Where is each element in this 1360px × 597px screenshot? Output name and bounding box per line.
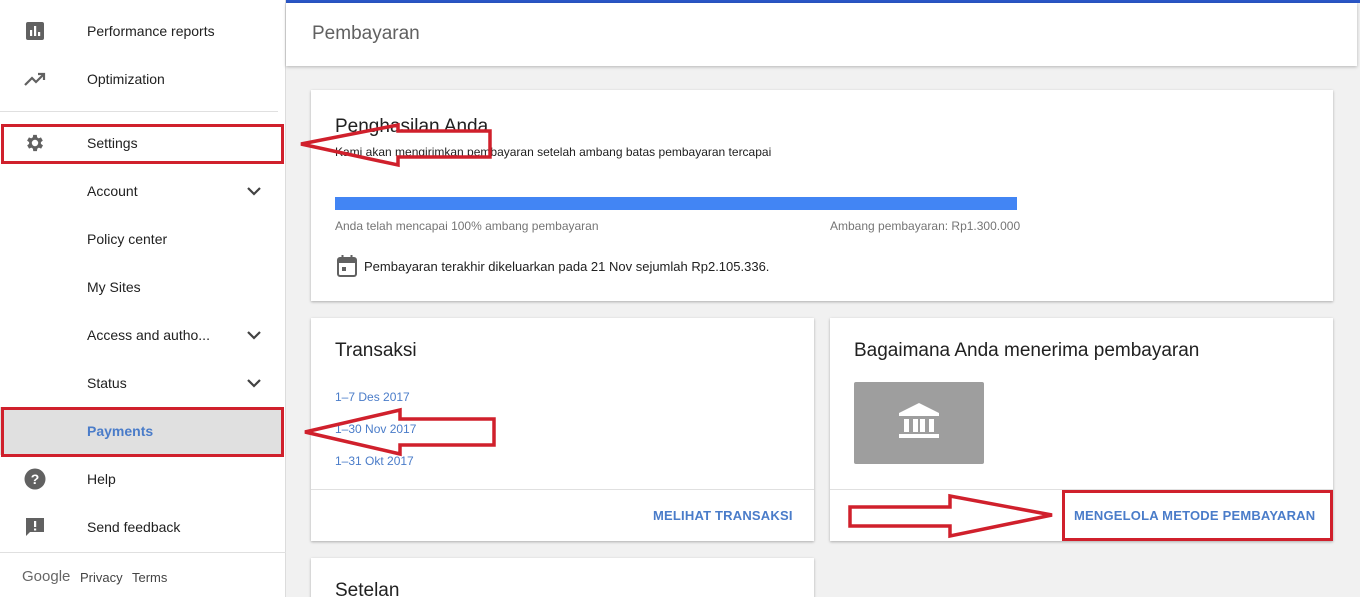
help-icon: ? (24, 468, 46, 490)
sidebar-item-label: Help (87, 471, 116, 487)
page-header: Pembayaran (286, 3, 1357, 66)
sidebar-item-label: Access and autho... (87, 327, 210, 343)
sidebar-item-label: Status (87, 375, 127, 391)
google-logo: Google (22, 568, 71, 585)
earnings-subtitle: Kami akan mengirimkan pembayaran setelah… (335, 145, 772, 159)
sidebar-item-label: Optimization (87, 71, 165, 87)
transactions-title: Transaksi (335, 340, 417, 361)
page-title: Pembayaran (312, 23, 420, 44)
sidebar-item-label: Performance reports (87, 23, 215, 39)
terms-link[interactable]: Terms (132, 570, 167, 585)
chevron-down-icon (244, 373, 264, 393)
earnings-card: Penghasilan Anda Kami akan mengirimkan p… (311, 90, 1333, 301)
bank-icon (897, 401, 941, 446)
bank-account-tile (854, 382, 984, 464)
sidebar-item-label: Send feedback (87, 519, 181, 535)
annotation-box-payments (1, 407, 284, 457)
earnings-title: Penghasilan Anda (335, 116, 489, 137)
sidebar-item-optimization[interactable]: Optimization (0, 55, 283, 103)
sidebar-footer: Google Privacy Terms (0, 552, 286, 597)
sidebar-divider (0, 111, 278, 112)
last-payment-text: Pembayaran terakhir dikeluarkan pada 21 … (364, 259, 770, 274)
feedback-icon (24, 516, 46, 538)
sidebar-item-status[interactable]: Status (0, 359, 283, 407)
sidebar-item-performance-reports[interactable]: Performance reports (0, 7, 283, 55)
transaction-period-link[interactable]: 1–7 Des 2017 (335, 390, 410, 404)
transaction-period-link[interactable]: 1–30 Nov 2017 (335, 422, 416, 436)
settings-card: Setelan (311, 558, 814, 597)
chevron-down-icon (244, 181, 264, 201)
sidebar-item-access-and-authorization[interactable]: Access and autho... (0, 311, 283, 359)
sidebar-item-label: My Sites (87, 279, 141, 295)
trending-up-icon (24, 68, 46, 90)
sidebar: Performance reports Optimization Setting… (0, 0, 286, 597)
progress-status-text: Anda telah mencapai 100% ambang pembayar… (335, 219, 599, 233)
card-divider (311, 489, 814, 490)
sidebar-item-policy-center[interactable]: Policy center (0, 215, 283, 263)
payment-method-title: Bagaimana Anda menerima pembayaran (854, 340, 1200, 361)
annotation-box-manage-payment (1062, 490, 1333, 541)
sidebar-item-send-feedback[interactable]: Send feedback (0, 503, 283, 551)
transaction-period-link[interactable]: 1–31 Okt 2017 (335, 454, 414, 468)
sidebar-item-my-sites[interactable]: My Sites (0, 263, 283, 311)
sidebar-item-label: Policy center (87, 231, 168, 247)
settings-card-title: Setelan (335, 580, 400, 597)
sidebar-item-label: Account (87, 183, 138, 199)
view-transactions-button[interactable]: MELIHAT TRANSAKSI (653, 508, 793, 523)
privacy-link[interactable]: Privacy (80, 570, 123, 585)
payment-threshold-text: Ambang pembayaran: Rp1.300.000 (830, 219, 1021, 233)
sidebar-item-account[interactable]: Account (0, 167, 283, 215)
transactions-card: Transaksi 1–7 Des 2017 1–30 Nov 2017 1–3… (311, 318, 814, 541)
svg-text:?: ? (31, 471, 40, 487)
payment-threshold-progress-bar (335, 197, 1017, 210)
annotation-box-settings (1, 124, 284, 164)
bar-chart-icon (24, 20, 46, 42)
calendar-icon (337, 255, 357, 277)
sidebar-item-help[interactable]: ? Help (0, 455, 283, 503)
chevron-down-icon (244, 325, 264, 345)
